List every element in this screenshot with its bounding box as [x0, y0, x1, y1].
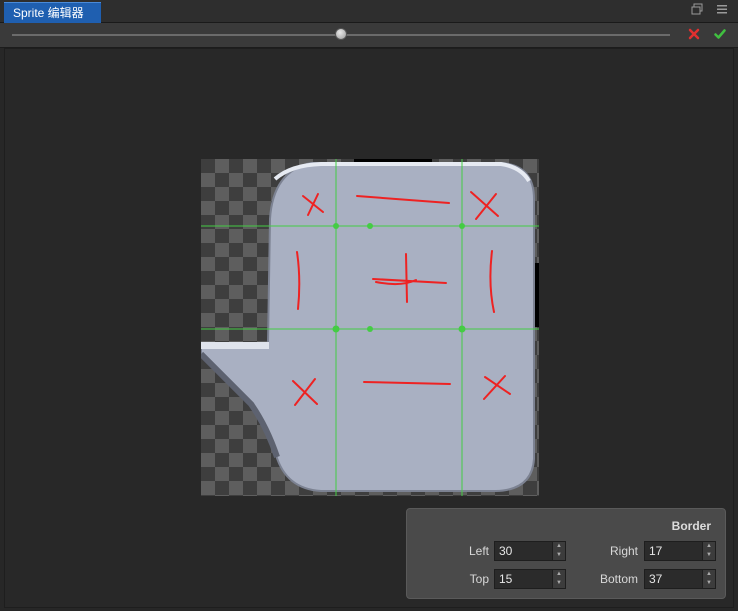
restore-icon[interactable] [689, 3, 705, 19]
stepper-down-icon: ▼ [556, 580, 562, 586]
right-label: Right [609, 544, 638, 558]
top-label: Top [469, 572, 489, 586]
stepper-up-icon: ▲ [706, 543, 712, 549]
cancel-button[interactable] [685, 26, 703, 44]
stepper-up-icon: ▲ [556, 571, 562, 577]
bottom-input[interactable] [645, 570, 703, 588]
stepper-up-icon: ▲ [556, 543, 562, 549]
tab-sprite-editor[interactable]: Sprite 编辑器 [4, 2, 101, 23]
bottom-field[interactable]: ▲▼ [644, 569, 716, 589]
sprite-preview[interactable] [198, 159, 539, 496]
zoom-slider-thumb[interactable] [335, 28, 347, 40]
top-input[interactable] [495, 570, 553, 588]
left-field[interactable]: ▲▼ [494, 541, 566, 561]
bottom-stepper[interactable]: ▲ ▼ [702, 570, 715, 588]
menu-icon[interactable] [714, 3, 730, 19]
top-field[interactable]: ▲▼ [494, 569, 566, 589]
check-icon [714, 29, 726, 39]
stepper-down-icon: ▼ [556, 552, 562, 558]
stepper-up-icon: ▲ [706, 571, 712, 577]
close-icon [688, 28, 700, 40]
left-input[interactable] [495, 542, 553, 560]
confirm-button[interactable] [711, 26, 729, 44]
tab-bar: Sprite 编辑器 [0, 0, 738, 23]
border-panel: Border Left ▲▼ Right ▲▼ Top ▲▼ Bottom ▲▼ [406, 508, 726, 599]
right-field[interactable]: ▲▼ [644, 541, 716, 561]
right-input[interactable] [645, 542, 703, 560]
bottom-label: Bottom [599, 572, 638, 586]
right-stepper[interactable]: ▲ ▼ [702, 542, 715, 560]
top-stepper[interactable]: ▲ ▼ [552, 570, 565, 588]
stepper-down-icon: ▼ [706, 580, 712, 586]
stepper-down-icon: ▼ [706, 552, 712, 558]
left-label: Left [468, 544, 489, 558]
border-title: Border [671, 519, 711, 533]
left-stepper[interactable]: ▲ ▼ [552, 542, 565, 560]
toolbar [0, 23, 738, 48]
